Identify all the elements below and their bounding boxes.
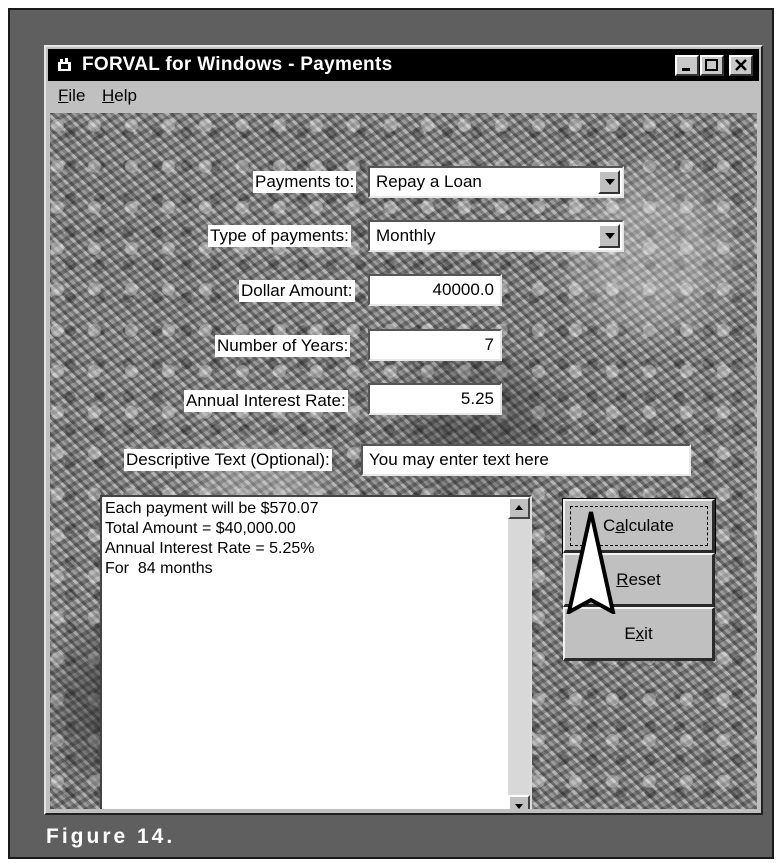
figure-frame: FORVAL for Windows - Payments File Help … <box>8 8 774 859</box>
exit-button[interactable]: Exit <box>563 607 715 661</box>
dollar-amount-value: 40000.0 <box>432 280 494 299</box>
annual-interest-rate-label: Annual Interest Rate: <box>184 390 348 412</box>
vertical-scrollbar[interactable] <box>508 497 530 809</box>
menu-help-mnemonic: H <box>102 86 115 105</box>
result-line: For 84 months <box>105 560 213 577</box>
figure-caption: Figure 14. <box>46 825 176 848</box>
result-line: Each payment will be $570.07 <box>105 500 319 517</box>
menu-bar: File Help <box>48 81 759 111</box>
app-icon <box>56 56 74 74</box>
dropdown-button[interactable] <box>598 224 620 248</box>
number-of-years-value: 7 <box>484 335 494 354</box>
exit-label-end: it <box>644 624 653 643</box>
scroll-down-button[interactable] <box>508 795 530 809</box>
annual-interest-rate-field[interactable]: 5.25 <box>368 383 502 415</box>
descriptive-text-field[interactable]: You may enter text here <box>361 444 691 476</box>
close-button[interactable] <box>729 55 753 76</box>
chevron-down-icon <box>605 179 615 185</box>
dollar-amount-label: Dollar Amount: <box>239 280 355 302</box>
maximize-button[interactable] <box>700 55 724 76</box>
payments-to-value: Repay a Loan <box>376 172 482 191</box>
type-of-payments-value: Monthly <box>376 226 436 245</box>
descriptive-text-label: Descriptive Text (Optional): <box>124 449 332 471</box>
mouse-pointer-icon <box>566 511 616 614</box>
payments-to-label: Payments to: <box>253 171 357 193</box>
calculate-label-end: lculate <box>624 516 674 535</box>
window-title: FORVAL for Windows - Payments <box>82 54 393 75</box>
number-of-years-field[interactable]: 7 <box>368 329 502 361</box>
type-of-payments-label: Type of payments: <box>208 225 351 247</box>
arrow-down-icon <box>515 804 523 809</box>
form-area: Payments to: Repay a Loan Type of paymen… <box>50 113 757 809</box>
exit-mnemonic: x <box>635 624 645 643</box>
menu-help-label: elp <box>114 86 137 105</box>
menu-help[interactable]: Help <box>102 86 137 106</box>
annual-interest-rate-value: 5.25 <box>460 389 494 408</box>
minimize-button[interactable] <box>675 55 699 76</box>
results-textarea[interactable]: Each payment will be $570.07 Total Amoun… <box>100 495 532 809</box>
exit-label-start: E <box>624 624 636 643</box>
result-line: Annual Interest Rate = 5.25% <box>105 540 315 557</box>
menu-file-label: ile <box>68 86 86 105</box>
chevron-down-icon <box>605 233 615 239</box>
scroll-up-button[interactable] <box>508 497 530 519</box>
reset-mnemonic: R <box>616 570 629 589</box>
reset-label-end: eset <box>628 570 661 589</box>
results-text: Each payment will be $570.07 Total Amoun… <box>105 499 318 579</box>
result-line: Total Amount = $40,000.00 <box>105 520 296 537</box>
arrow-up-icon <box>515 505 523 510</box>
type-of-payments-dropdown[interactable]: Monthly <box>368 220 624 252</box>
number-of-years-label: Number of Years: <box>215 335 351 357</box>
dropdown-button[interactable] <box>598 170 620 194</box>
dollar-amount-field[interactable]: 40000.0 <box>368 274 502 306</box>
title-bar[interactable]: FORVAL for Windows - Payments <box>48 49 759 81</box>
descriptive-text-value: You may enter text here <box>369 450 549 469</box>
menu-file[interactable]: File <box>58 86 85 106</box>
menu-file-mnemonic: F <box>58 86 69 105</box>
payments-to-dropdown[interactable]: Repay a Loan <box>368 166 624 198</box>
payments-window: FORVAL for Windows - Payments File Help … <box>44 45 763 815</box>
